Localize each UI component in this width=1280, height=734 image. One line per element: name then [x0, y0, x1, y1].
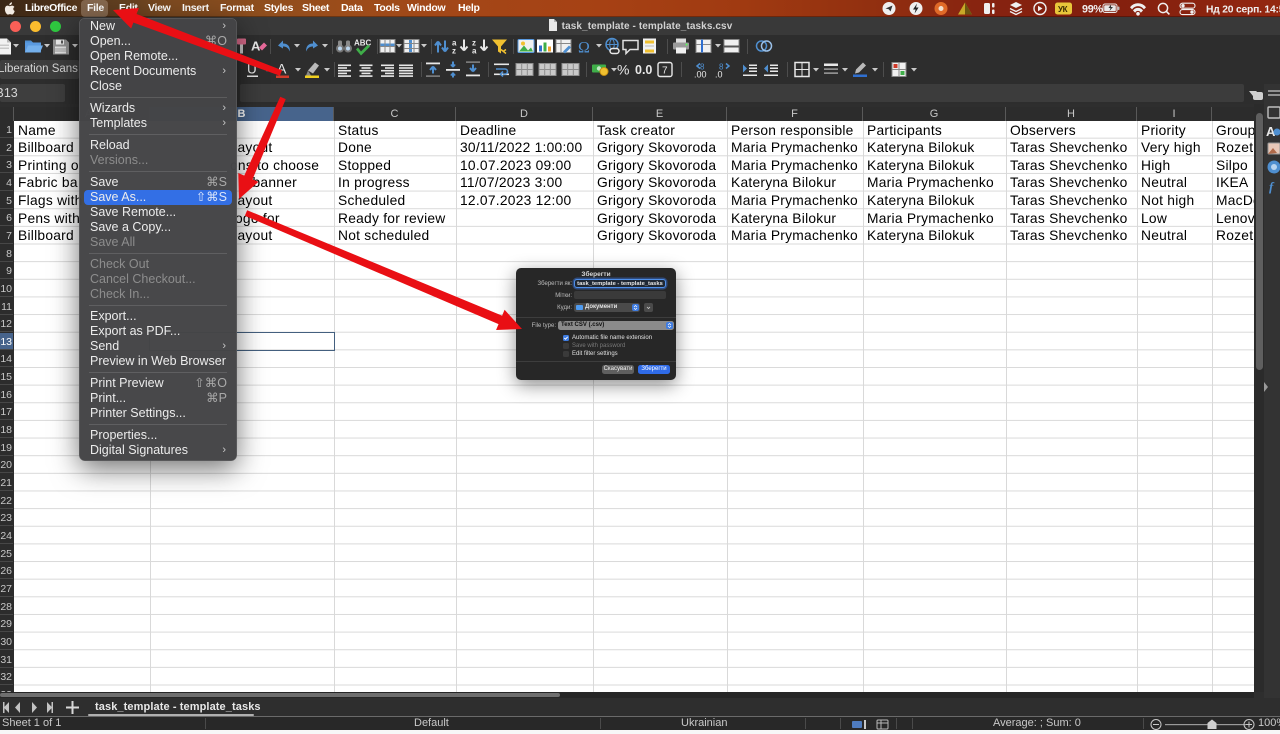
svg-text:0.0: 0.0 [635, 63, 652, 77]
svg-text:99%: 99% [1082, 4, 1103, 16]
svg-text:U: U [247, 62, 257, 77]
svg-text:f: f [1269, 179, 1275, 194]
svg-text:%: % [617, 62, 629, 78]
svg-text:УК: УК [1058, 5, 1068, 14]
svg-text:.00: .00 [694, 70, 707, 80]
svg-text:z: z [452, 47, 456, 56]
svg-text:Ω: Ω [578, 40, 590, 57]
svg-text:7: 7 [662, 66, 668, 77]
svg-text:.0: .0 [715, 70, 723, 80]
svg-text:A: A [251, 39, 261, 54]
svg-text:Нд 20 серп. 14:52: Нд 20 серп. 14:52 [1206, 5, 1280, 16]
svg-text:a: a [472, 47, 477, 56]
svg-text:A: A [277, 61, 287, 77]
